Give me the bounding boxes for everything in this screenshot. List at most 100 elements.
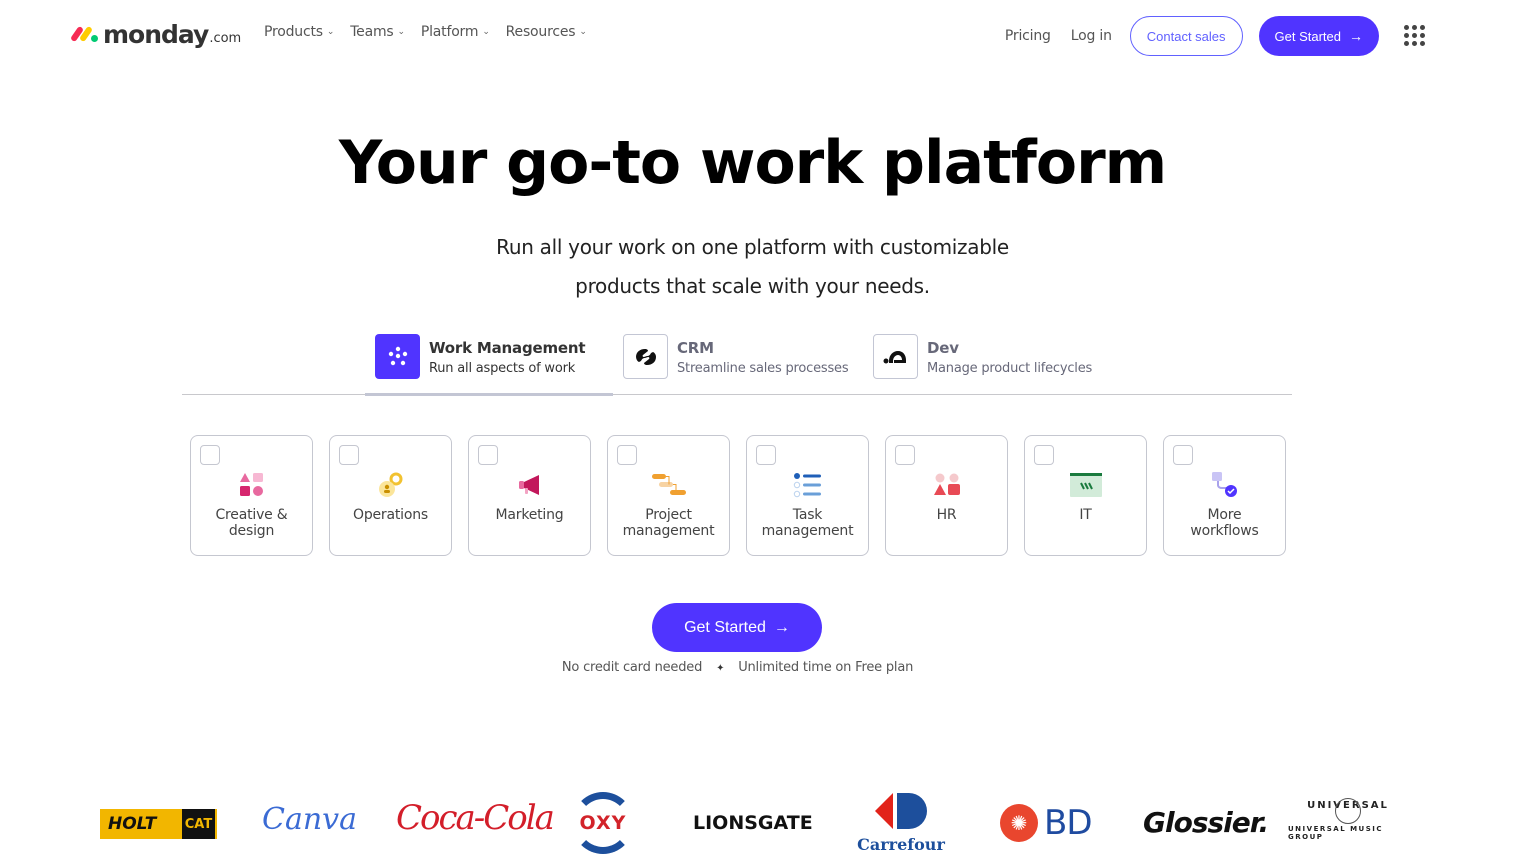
tab-work-management[interactable]: Work Management Run all aspects of work (364, 334, 614, 396)
contact-sales-label: Contact sales (1146, 28, 1226, 44)
workflow-checkbox[interactable] (895, 445, 915, 465)
workflow-card-marketing[interactable]: Marketing (468, 435, 591, 556)
logo-wordmark: monday (103, 20, 209, 49)
workflow-label: Project (645, 507, 692, 523)
hero-subtitle: Run all your work on one platform with c… (0, 228, 1505, 306)
universal-sub-text: UNIVERSAL MUSIC GROUP (1288, 825, 1384, 841)
hero-subtitle-line-2: products that scale with your needs. (575, 274, 930, 298)
get-started-button[interactable]: Get Started → (652, 603, 822, 652)
tab-title: Work Management (429, 339, 586, 357)
gantt-icon (608, 470, 729, 500)
product-tabs: Work Management Run all aspects of work … (182, 330, 1292, 396)
pricing-link[interactable]: Pricing (1005, 28, 1051, 44)
customer-logos: HOLT CAT Canva Coca-Cola OXY LIONSGATE C… (0, 788, 1520, 854)
workflow-label: Task (792, 507, 823, 523)
header-actions: Pricing Log in Contact sales Get Started… (1005, 16, 1379, 56)
workflow-checkbox[interactable] (200, 445, 220, 465)
workflow-checkbox[interactable] (478, 445, 498, 465)
universal-music-logo: UNIVERSAL UNIVERSAL MUSIC GROUP (1288, 798, 1408, 841)
monday-logo-icon (69, 23, 100, 45)
window-icon (1025, 470, 1146, 500)
carrefour-text: Carrefour (857, 835, 945, 854)
workflow-checkbox[interactable] (1034, 445, 1054, 465)
nav-products[interactable]: Products ⌄ (264, 24, 334, 40)
workflow-label-2: design (228, 523, 275, 539)
arrow-right-icon: → (1349, 28, 1363, 44)
workflow-label: More (1207, 507, 1242, 523)
free-plan-note: Unlimited time on Free plan (738, 660, 914, 675)
glossier-logo: Glossier. (1143, 806, 1269, 839)
contact-sales-button[interactable]: Contact sales (1129, 16, 1243, 56)
monday-logo[interactable]: monday .com (69, 18, 242, 50)
tab-title: Dev (927, 339, 959, 357)
workflow-icon (1164, 470, 1285, 500)
workflow-label-2: management (622, 523, 715, 539)
workflow-label: IT (1079, 507, 1092, 523)
megaphone-icon (469, 470, 590, 500)
workflow-label-2: workflows (1190, 523, 1259, 539)
dev-icon (873, 334, 918, 379)
hero-subtitle-line-1: Run all your work on one platform with c… (496, 235, 1009, 259)
site-header: monday .com Products ⌄ Teams ⌄ Platform … (0, 0, 1520, 72)
logo-suffix: .com (209, 31, 242, 46)
workflow-label: HR (936, 507, 957, 523)
shapes-icon (191, 470, 312, 500)
workflow-checkbox[interactable] (617, 445, 637, 465)
tab-description: Manage product lifecycles (927, 361, 1093, 376)
nav-platform-label: Platform (420, 24, 479, 40)
nav-platform[interactable]: Platform ⌄ (421, 24, 490, 40)
bd-sunburst-icon: ✺ (1000, 804, 1038, 842)
workflow-label: Marketing (495, 507, 564, 523)
get-started-label: Get Started (1274, 28, 1341, 44)
cta-note: No credit card needed ✦ Unlimited time o… (0, 660, 1475, 675)
arrow-right-icon: → (773, 618, 790, 636)
main-nav: Products ⌄ Teams ⌄ Platform ⌄ Resources … (264, 24, 603, 40)
workflow-card-project-management[interactable]: Project management (607, 435, 730, 556)
workflow-checkbox[interactable] (1173, 445, 1193, 465)
nav-teams-label: Teams (350, 24, 394, 40)
tab-crm[interactable]: CRM Streamline sales processes (623, 334, 849, 395)
work-management-icon (375, 334, 420, 379)
oxy-text: OXY (579, 812, 627, 834)
coca-cola-logo: Coca-Cola (396, 798, 555, 838)
workflow-label: Operations (353, 507, 428, 523)
bd-text: BD (1044, 803, 1093, 843)
nav-resources-label: Resources (505, 24, 576, 40)
workflow-label: Creative & (215, 507, 288, 523)
carrefour-logo: Carrefour (855, 788, 947, 854)
holt-text: HOLT (108, 814, 157, 834)
nav-resources[interactable]: Resources ⌄ (506, 24, 587, 40)
oxy-logo: OXY (572, 792, 634, 854)
people-icon (886, 470, 1007, 500)
login-link[interactable]: Log in (1071, 28, 1112, 44)
lionsgate-logo: LIONSGATE (693, 812, 813, 834)
workflow-label-2: management (761, 523, 854, 539)
header-get-started-button[interactable]: Get Started → (1258, 16, 1379, 56)
get-started-label: Get Started (684, 618, 766, 636)
workflow-checkbox[interactable] (756, 445, 776, 465)
hero-title: Your go-to work platform (338, 128, 1167, 198)
chevron-down-icon: ⌄ (326, 27, 335, 37)
chevron-down-icon: ⌄ (482, 27, 490, 37)
workflow-card-it[interactable]: IT (1024, 435, 1147, 556)
workflow-card-more-workflows[interactable]: More workflows (1163, 435, 1286, 556)
crm-icon (623, 334, 668, 379)
cat-text: CAT (182, 809, 215, 839)
workflow-card-operations[interactable]: Operations (329, 435, 452, 556)
workflow-checkbox[interactable] (339, 445, 359, 465)
gears-icon (330, 470, 451, 500)
holt-cat-logo: HOLT CAT (100, 809, 217, 839)
no-credit-card-note: No credit card needed (561, 660, 703, 675)
nav-products-label: Products (264, 24, 323, 40)
apps-grid-icon[interactable] (1404, 25, 1426, 47)
tab-description: Streamline sales processes (677, 361, 849, 376)
tab-dev[interactable]: Dev Manage product lifecycles (873, 334, 1092, 395)
globe-icon (1335, 798, 1361, 824)
chevron-down-icon: ⌄ (397, 27, 406, 37)
nav-teams[interactable]: Teams ⌄ (350, 24, 405, 40)
carrefour-icon (875, 788, 927, 833)
workflow-card-creative-design[interactable]: Creative & design (190, 435, 313, 556)
workflow-card-task-management[interactable]: Task management (746, 435, 869, 556)
workflow-card-hr[interactable]: HR (885, 435, 1008, 556)
bd-logo: ✺ BD (1000, 803, 1093, 843)
